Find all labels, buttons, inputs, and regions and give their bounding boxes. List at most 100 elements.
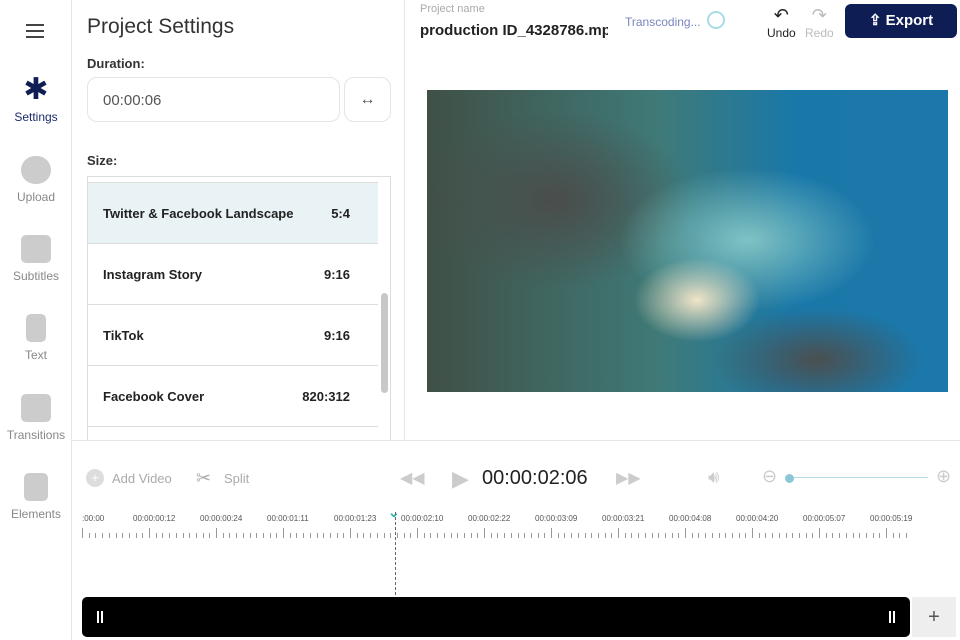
ruler-tick [618,528,619,538]
ruler-tick [731,533,733,538]
ruler-tick [343,533,345,538]
ruler-tick [396,533,398,538]
ruler-tick [209,533,211,538]
size-option[interactable]: TikTok 9:16 [88,305,378,366]
ruler-tick [571,533,573,538]
export-label: Export [885,12,934,29]
ruler-tick [175,533,177,538]
status-text: Transcoding... [625,15,701,29]
ruler-tick [477,533,479,538]
ruler-tick [457,533,459,538]
redo-button[interactable]: ↷ Redo [805,4,834,40]
rewind-icon[interactable]: ◀◀ [400,468,425,488]
ruler-tick [597,533,599,538]
ruler-tick [611,533,613,538]
ruler-tick [383,533,385,538]
playhead-marker-icon[interactable]: ⌄ [388,504,400,521]
ruler-tick [390,533,392,538]
ruler-tick [591,533,593,538]
ruler-tick [363,533,365,538]
duration-label: Duration: [87,56,145,71]
hamburger-menu-icon[interactable] [26,24,44,42]
ruler-tick [336,533,338,538]
volume-icon[interactable]: 🔊︎ [708,467,719,488]
project-name-label: Project name [420,3,485,15]
play-icon[interactable]: ▶ [452,466,469,492]
ruler-tick [785,533,787,538]
ruler-tick [236,533,238,538]
project-name-input[interactable]: production ID_4328786.mp4 [420,22,608,39]
size-ratio: 9:16 [323,327,350,343]
zoom-out-icon[interactable]: ⊖ [762,466,777,487]
size-ratio: 5:4 [331,205,350,221]
ruler-tick [135,533,137,538]
ruler-tick [845,533,847,538]
split-button[interactable]: Split [224,471,249,486]
size-ratio: 9:16 [323,266,350,282]
ruler-tick [249,533,251,538]
ruler-tick [329,533,331,538]
sidebar-item-subtitles[interactable]: Subtitles [0,235,72,283]
size-name: Facebook Cover [103,388,205,404]
ruler-tick [417,528,418,538]
sidebar-item-label: Subtitles [12,269,60,283]
scrollbar[interactable] [381,293,388,393]
size-name: Twitter & Facebook Landscape [103,205,294,221]
ruler-tick [718,533,720,538]
ruler-tick [530,533,532,538]
ruler-tick [671,533,673,538]
header: Project name production ID_4328786.mp4 T… [405,0,960,45]
size-option[interactable]: Twitter & Facebook Landscape 5:4 [88,183,378,244]
undo-button[interactable]: ↶ Undo [767,4,796,40]
sidebar-item-transitions[interactable]: Transitions [0,394,72,442]
ruler-tick [738,533,740,538]
sidebar-item-text[interactable]: Text [0,314,72,362]
add-icon[interactable]: + [86,469,104,487]
zoom-in-icon[interactable]: ⊕ [936,466,951,487]
scissors-icon[interactable]: ✂ [196,468,211,489]
ruler-tick [437,533,439,538]
export-button[interactable]: ⇪ Export [845,4,957,38]
video-track[interactable] [82,597,910,637]
ruler-tick [778,533,780,538]
add-track-button[interactable]: + [912,597,956,637]
ruler-tick [370,533,372,538]
ruler-tick [115,533,117,538]
sidebar-item-elements[interactable]: Elements [0,473,72,521]
ruler-tick [624,533,626,538]
ruler-tick [504,533,506,538]
timeline-ruler[interactable]: :00:00 00:00:00:12 00:00:00:24 00:00:01:11 0… [82,510,912,550]
zoom-slider[interactable] [788,477,928,478]
sidebar-item-label: Transitions [6,428,66,442]
size-option[interactable]: Instagram Story 9:16 [88,244,378,305]
ruler-tick [852,533,854,538]
swap-icon[interactable]: ↔ [344,77,391,122]
ruler-tick [638,533,640,538]
undo-icon: ↶ [773,5,789,25]
timeline-toolbar: + Add Video ✂ Split ◀◀ ▶ 00:00:02:06 ▶▶ … [72,460,960,496]
trim-handle-right[interactable] [889,611,895,623]
ruler-tick [651,533,653,538]
sidebar-item-upload[interactable]: Upload [0,156,72,204]
fast-forward-icon[interactable]: ▶▶ [616,468,641,488]
ruler-tick [122,533,124,538]
ruler-tick [765,533,767,538]
duration-input[interactable]: 00:00:06 [87,77,340,122]
ruler-tick [242,533,244,538]
add-video-button[interactable]: Add Video [112,471,172,486]
ruler-tick [289,533,291,538]
size-ratio: 820:312 [302,388,350,404]
ruler-tick [102,533,104,538]
sidebar-item-settings[interactable]: ✱ Settings [0,75,72,125]
ruler-tick [564,533,566,538]
sidebar-item-label: Text [24,348,47,362]
ruler-tick [859,533,861,538]
size-option[interactable]: Facebook Cover 820:312 [88,366,378,427]
zoom-slider-handle[interactable] [785,474,794,483]
size-label: Size: [87,153,118,168]
trim-handle-left[interactable] [97,611,103,623]
ruler-tick [551,528,552,538]
ruler-label: 00:00:01:23 [334,514,377,523]
transitions-icon [21,394,51,422]
ruler-tick [832,533,834,538]
